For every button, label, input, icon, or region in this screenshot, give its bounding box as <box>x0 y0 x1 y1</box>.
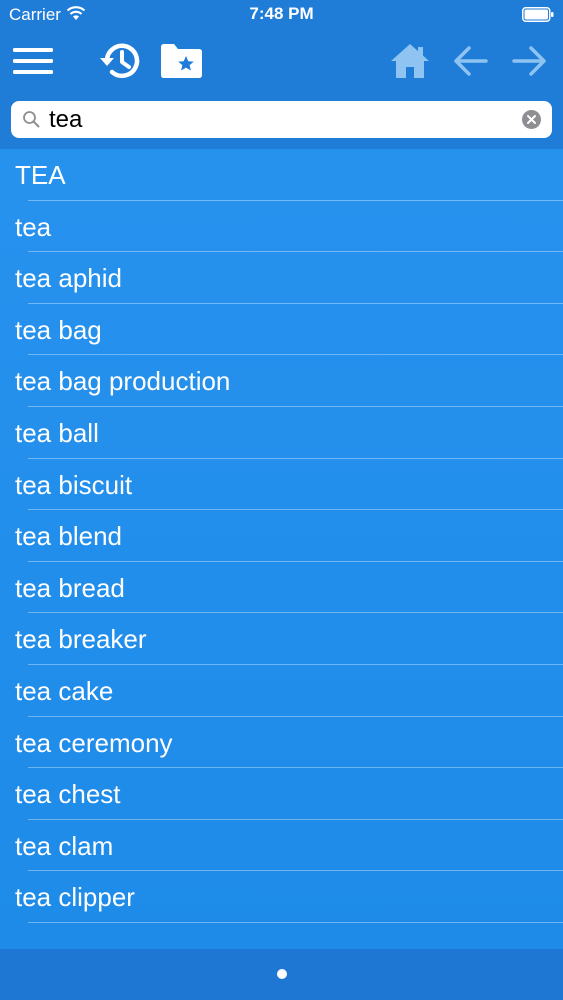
favorites-folder-icon <box>161 44 202 78</box>
list-item-label: tea blend <box>15 521 122 552</box>
list-item[interactable]: tea aphid <box>0 252 563 304</box>
home-button[interactable] <box>387 38 433 84</box>
search-bar <box>0 92 563 149</box>
forward-arrow-icon <box>512 46 546 76</box>
search-box[interactable] <box>11 101 552 138</box>
list-item[interactable]: tea bread <box>0 562 563 614</box>
list-item-label: tea biscuit <box>15 469 133 500</box>
forward-button[interactable] <box>507 38 553 84</box>
list-item-label: tea ceremony <box>15 727 173 758</box>
list-item-label: tea <box>15 211 52 242</box>
list-item-label: tea ball <box>15 417 99 448</box>
list-item-label: tea bread <box>15 572 125 603</box>
list-item[interactable]: TEA <box>0 149 563 201</box>
clear-icon <box>527 115 536 124</box>
status-time: 7:48 PM <box>249 4 314 23</box>
list-item-label: tea aphid <box>15 263 122 294</box>
results-list: TEA tea tea aphid tea bag tea bag produc… <box>0 149 563 949</box>
clear-search-button[interactable] <box>522 110 541 129</box>
list-item-label: tea bag <box>15 314 102 345</box>
list-item-label: tea cake <box>15 675 114 706</box>
page-indicator-dot[interactable] <box>277 969 287 979</box>
history-button[interactable] <box>98 38 144 84</box>
list-item[interactable]: tea <box>0 201 563 253</box>
list-item[interactable]: tea bag <box>0 304 563 356</box>
home-icon <box>391 44 429 78</box>
list-item[interactable]: tea blend <box>0 510 563 562</box>
list-item-label: tea breaker <box>15 624 147 655</box>
list-item-label: TEA <box>15 160 66 190</box>
battery-icon <box>522 7 554 22</box>
back-button[interactable] <box>447 38 493 84</box>
list-item-label: tea chest <box>15 779 121 810</box>
search-icon <box>23 111 40 128</box>
list-item[interactable]: tea cake <box>0 665 563 717</box>
list-item[interactable]: tea biscuit <box>0 459 563 511</box>
list-item[interactable]: tea breaker <box>0 613 563 665</box>
back-arrow-icon <box>454 46 488 76</box>
history-icon <box>100 43 140 78</box>
bottom-bar <box>0 949 563 1000</box>
search-input[interactable] <box>49 103 509 136</box>
list-item[interactable]: tea clipper <box>0 871 563 923</box>
list-item-label: tea clam <box>15 830 114 861</box>
list-item[interactable]: tea ceremony <box>0 717 563 769</box>
list-item[interactable]: tea bag production <box>0 355 563 407</box>
menu-button[interactable] <box>10 38 56 84</box>
list-item[interactable]: tea chest <box>0 768 563 820</box>
menu-icon <box>13 48 53 74</box>
list-item[interactable]: tea clam <box>0 820 563 872</box>
divider <box>28 921 563 923</box>
favorites-button[interactable] <box>158 38 204 84</box>
list-item-label: tea clipper <box>15 882 135 913</box>
list-item[interactable]: tea ball <box>0 407 563 459</box>
list-item-label: tea bag production <box>15 366 231 397</box>
status-bar: Carrier 7:48 PM <box>0 0 563 30</box>
toolbar <box>0 30 563 92</box>
